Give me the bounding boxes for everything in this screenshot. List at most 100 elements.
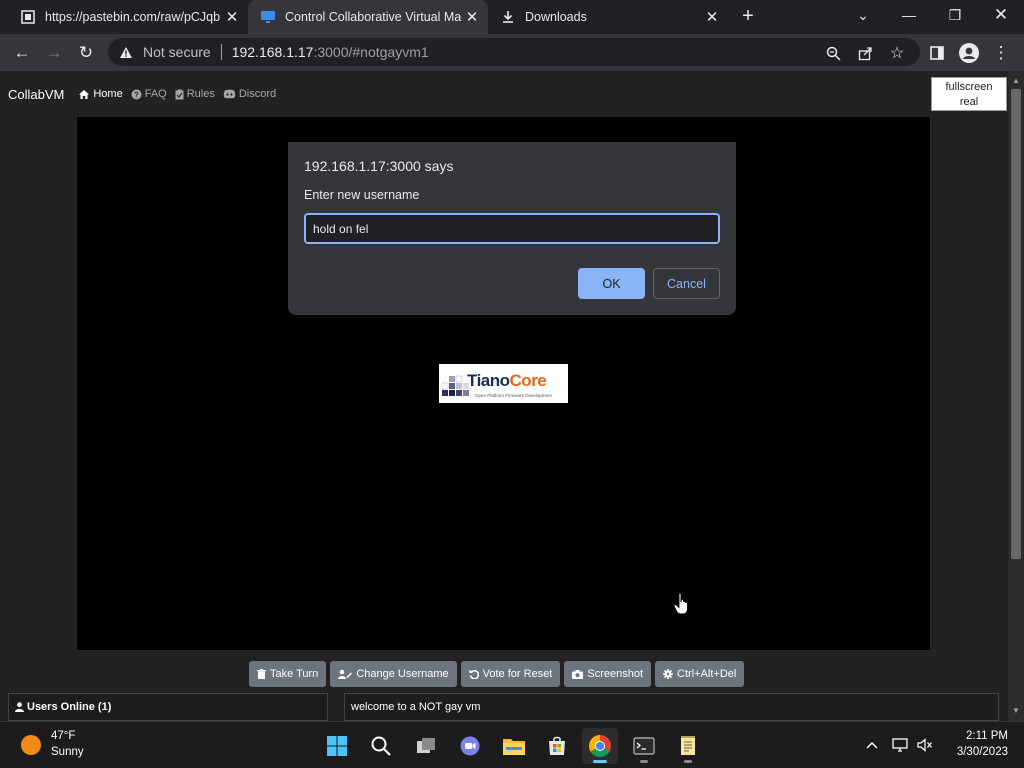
tianocore-subtitle: Open Platform Firmware Development bbox=[475, 393, 552, 398]
scroll-down-arrow-icon[interactable]: ▼ bbox=[1008, 703, 1024, 717]
scrollbar-thumb[interactable] bbox=[1011, 89, 1021, 559]
microsoft-store-icon[interactable] bbox=[539, 728, 575, 764]
tab-collabvm[interactable]: Control Collaborative Virtual Mac ✕ bbox=[248, 0, 488, 34]
side-panel-icon[interactable] bbox=[925, 41, 949, 65]
tab-title: Control Collaborative Virtual Mac bbox=[285, 10, 462, 24]
screenshot-label: Screenshot bbox=[587, 668, 644, 680]
download-icon bbox=[500, 9, 516, 25]
fullscreen-label-line2: real bbox=[959, 96, 979, 108]
nav-rules-link[interactable]: Rules bbox=[175, 88, 215, 100]
nav-rules-label: Rules bbox=[186, 88, 215, 100]
running-app-indicator bbox=[640, 760, 648, 763]
warning-triangle-icon[interactable] bbox=[119, 45, 133, 59]
windows-start-icon[interactable] bbox=[319, 728, 355, 764]
hand-cursor-icon bbox=[673, 592, 688, 615]
web-page: CollabVM Home ? FAQ Rules Discord fullsc… bbox=[0, 71, 1008, 721]
change-username-label: Change Username bbox=[356, 668, 449, 680]
clipboard-icon bbox=[175, 89, 184, 99]
tianocore-logo: TianoCore Open Platform Firmware Develop… bbox=[439, 364, 568, 403]
browser-tab-strip: https://pastebin.com/raw/pCJqb ✕ Control… bbox=[0, 0, 1024, 34]
nav-faq-link[interactable]: ? FAQ bbox=[131, 88, 167, 100]
nav-home-label: Home bbox=[93, 88, 123, 100]
close-icon[interactable]: ✕ bbox=[222, 7, 242, 27]
scroll-up-arrow-icon[interactable]: ▲ bbox=[1008, 73, 1024, 87]
not-secure-label[interactable]: Not secure bbox=[143, 44, 211, 60]
windows-taskbar: 47°F Sunny 2:11 PM 3/30/2023 bbox=[0, 721, 1024, 768]
chat-message: welcome to a NOT gay vm bbox=[344, 693, 999, 721]
omnibox-divider bbox=[220, 44, 222, 60]
weather-temperature[interactable]: 47°F bbox=[51, 730, 75, 742]
close-icon[interactable]: ✕ bbox=[702, 7, 722, 27]
screenshot-button[interactable]: Screenshot bbox=[564, 661, 652, 687]
close-icon[interactable]: ✕ bbox=[462, 7, 482, 27]
dialog-title: 192.168.1.17:3000 says bbox=[304, 158, 454, 174]
weather-condition[interactable]: Sunny bbox=[51, 746, 84, 758]
ok-button[interactable]: OK bbox=[578, 268, 645, 299]
kebab-menu-icon[interactable]: ⋮ bbox=[989, 41, 1013, 65]
clock-time[interactable]: 2:11 PM bbox=[950, 730, 1008, 742]
discord-icon bbox=[223, 89, 236, 99]
bookmark-star-icon[interactable]: ☆ bbox=[888, 44, 906, 62]
restore-icon[interactable]: ❐ bbox=[932, 0, 978, 30]
chevron-up-icon[interactable] bbox=[862, 735, 882, 755]
collabvm-brand[interactable]: CollabVM bbox=[8, 87, 64, 102]
cog-icon bbox=[663, 669, 674, 679]
svg-text:?: ? bbox=[134, 90, 139, 99]
tab-search-chevron-icon[interactable]: ⌄ bbox=[840, 0, 886, 30]
users-online-header[interactable]: Users Online (1) bbox=[8, 693, 328, 721]
collabvm-navbar: CollabVM Home ? FAQ Rules Discord bbox=[0, 79, 284, 109]
user-icon bbox=[15, 702, 24, 712]
tab-downloads[interactable]: Downloads ✕ bbox=[488, 0, 728, 34]
new-tab-button[interactable]: + bbox=[737, 5, 759, 27]
reload-icon[interactable]: ↻ bbox=[74, 41, 98, 65]
page-scrollbar[interactable]: ▲ ▼ bbox=[1008, 71, 1024, 721]
network-icon[interactable] bbox=[890, 735, 910, 755]
running-app-indicator bbox=[684, 760, 692, 763]
zoom-icon[interactable] bbox=[824, 44, 842, 62]
window-close-icon[interactable]: ✕ bbox=[978, 0, 1024, 30]
sun-icon[interactable] bbox=[21, 735, 41, 755]
address-bar[interactable]: Not secure 192.168.1.17:3000/#notgayvm1 … bbox=[108, 38, 920, 66]
nav-home-link[interactable]: Home bbox=[78, 88, 123, 100]
fullscreen-label-line1: fullscreen bbox=[945, 81, 993, 93]
take-turn-label: Take Turn bbox=[270, 668, 319, 680]
vote-for-reset-label: Vote for Reset bbox=[482, 668, 553, 680]
volume-muted-icon[interactable] bbox=[915, 735, 935, 755]
file-explorer-icon[interactable] bbox=[496, 728, 532, 764]
task-view-icon[interactable] bbox=[408, 728, 444, 764]
username-input[interactable] bbox=[304, 213, 720, 244]
user-edit-icon bbox=[338, 669, 353, 679]
url-text[interactable]: 192.168.1.17:3000/#notgayvm1 bbox=[232, 44, 429, 60]
teams-chat-icon[interactable] bbox=[452, 728, 488, 764]
nav-discord-link[interactable]: Discord bbox=[223, 88, 276, 100]
vote-for-reset-button[interactable]: Vote for Reset bbox=[460, 661, 561, 687]
take-turn-button[interactable]: Take Turn bbox=[249, 661, 327, 687]
cancel-button[interactable]: Cancel bbox=[653, 268, 720, 299]
notepad-icon[interactable] bbox=[670, 728, 706, 764]
minimize-icon[interactable]: — bbox=[886, 0, 932, 30]
dialog-message: Enter new username bbox=[304, 188, 420, 202]
camera-icon bbox=[572, 669, 584, 679]
monitor-icon bbox=[260, 9, 276, 25]
chrome-icon[interactable] bbox=[582, 728, 618, 764]
ctrl-alt-del-button[interactable]: Ctrl+Alt+Del bbox=[655, 661, 745, 687]
search-icon[interactable] bbox=[363, 728, 399, 764]
forward-arrow-icon[interactable]: → bbox=[42, 41, 66, 65]
share-icon[interactable] bbox=[856, 44, 874, 62]
tianocore-wordmark: TianoCore bbox=[467, 371, 547, 390]
clock-date[interactable]: 3/30/2023 bbox=[948, 746, 1008, 758]
fullscreen-button[interactable]: fullscreen real bbox=[931, 77, 1007, 111]
nav-discord-label: Discord bbox=[238, 88, 277, 100]
active-app-indicator bbox=[593, 760, 607, 763]
back-arrow-icon[interactable]: ← bbox=[10, 41, 34, 65]
profile-avatar-icon[interactable] bbox=[957, 41, 981, 65]
url-host: 192.168.1.17 bbox=[231, 44, 314, 60]
question-circle-icon: ? bbox=[131, 89, 142, 99]
url-path: :3000/#notgayvm1 bbox=[313, 44, 429, 60]
change-username-button[interactable]: Change Username bbox=[330, 661, 457, 687]
trash-icon bbox=[257, 669, 266, 679]
nav-faq-label: FAQ bbox=[144, 88, 167, 100]
tab-pastebin[interactable]: https://pastebin.com/raw/pCJqb ✕ bbox=[8, 0, 248, 34]
terminal-icon[interactable] bbox=[626, 728, 662, 764]
users-online-label: Users Online (1) bbox=[27, 701, 112, 713]
